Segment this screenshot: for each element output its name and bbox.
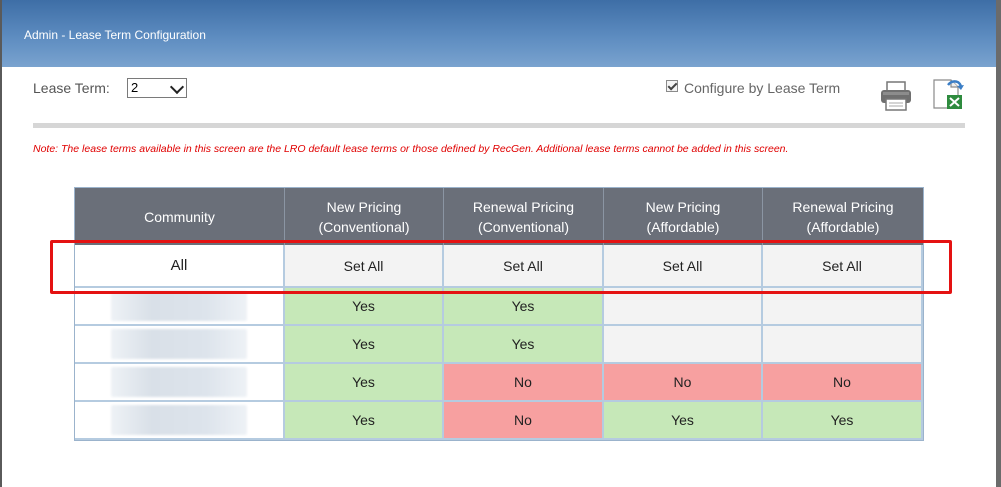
header-new-pricing-conventional: New Pricing (Conventional) bbox=[285, 188, 444, 245]
cell-new-affordable[interactable] bbox=[604, 288, 763, 326]
lease-term-note: Note: The lease terms available in this … bbox=[33, 143, 789, 155]
header-line-1: Renewal Pricing bbox=[472, 198, 575, 215]
cell-new-conventional[interactable]: Yes bbox=[285, 326, 444, 364]
cell-renewal-affordable[interactable]: No bbox=[763, 364, 923, 402]
title-bar: Admin - Lease Term Configuration bbox=[2, 0, 996, 67]
cell-renewal-conventional[interactable]: Yes bbox=[444, 326, 604, 364]
all-communities-cell: All bbox=[75, 245, 285, 288]
header-renewal-pricing-affordable: Renewal Pricing (Affordable) bbox=[763, 188, 923, 245]
header-renewal-pricing-conventional: Renewal Pricing (Conventional) bbox=[444, 188, 604, 245]
toolbar-divider bbox=[33, 123, 965, 128]
cell-new-affordable[interactable] bbox=[604, 326, 763, 364]
cell-new-affordable[interactable]: No bbox=[604, 364, 763, 402]
cell-renewal-affordable[interactable] bbox=[763, 326, 923, 364]
cell-new-affordable[interactable]: Yes bbox=[604, 402, 763, 440]
cell-renewal-conventional[interactable]: Yes bbox=[444, 288, 604, 326]
header-row: Community New Pricing (Conventional) Ren… bbox=[75, 188, 923, 245]
table-row: Yes No No No bbox=[75, 364, 923, 402]
header-line-2: (Affordable) bbox=[646, 218, 720, 235]
configure-by-lease-term-checkbox[interactable] bbox=[666, 80, 678, 92]
redacted-text bbox=[111, 367, 247, 397]
chevron-down-icon bbox=[169, 79, 185, 95]
all-communities-row: All Set All Set All Set All Set All bbox=[75, 245, 923, 288]
header-line-2: (Conventional) bbox=[477, 218, 570, 235]
excel-export-icon[interactable] bbox=[931, 77, 965, 111]
header-community: Community bbox=[75, 188, 285, 245]
header-line-2: (Conventional) bbox=[318, 218, 410, 235]
lease-term-value: 2 bbox=[131, 80, 139, 95]
lease-term-select[interactable]: 2 bbox=[127, 78, 187, 98]
header-line-1: Renewal Pricing bbox=[792, 198, 894, 215]
printer-icon[interactable] bbox=[879, 80, 913, 112]
community-name-redacted bbox=[75, 364, 285, 402]
cell-new-conventional[interactable]: Yes bbox=[285, 364, 444, 402]
set-all-renewal-conventional-button[interactable]: Set All bbox=[444, 245, 604, 288]
community-name-redacted bbox=[75, 402, 285, 440]
table-row: Yes No Yes Yes bbox=[75, 402, 923, 440]
header-new-pricing-affordable: New Pricing (Affordable) bbox=[604, 188, 763, 245]
header-community-label: Community bbox=[144, 208, 215, 225]
redacted-text bbox=[111, 291, 247, 321]
window-right-border bbox=[996, 0, 1001, 487]
cell-renewal-conventional[interactable]: No bbox=[444, 402, 604, 440]
community-name-redacted bbox=[75, 288, 285, 326]
cell-new-conventional[interactable]: Yes bbox=[285, 288, 444, 326]
header-line-1: New Pricing bbox=[645, 198, 721, 215]
cell-renewal-conventional[interactable]: No bbox=[444, 364, 604, 402]
configure-by-lease-term-label[interactable]: Configure by Lease Term bbox=[684, 80, 840, 96]
lease-term-label: Lease Term: bbox=[33, 80, 110, 96]
cell-renewal-affordable[interactable] bbox=[763, 288, 923, 326]
table-row: Yes Yes bbox=[75, 326, 923, 364]
redacted-text bbox=[111, 405, 247, 435]
cell-new-conventional[interactable]: Yes bbox=[285, 402, 444, 440]
community-name-redacted bbox=[75, 326, 285, 364]
header-line-1: New Pricing bbox=[326, 198, 402, 215]
set-all-new-affordable-button[interactable]: Set All bbox=[604, 245, 763, 288]
table-row: Yes Yes bbox=[75, 288, 923, 326]
toolbar: Lease Term: 2 Configure by Lease Term bbox=[0, 67, 996, 127]
redacted-text bbox=[111, 329, 247, 359]
set-all-new-conventional-button[interactable]: Set All bbox=[285, 245, 444, 288]
set-all-renewal-affordable-button[interactable]: Set All bbox=[763, 245, 923, 288]
lease-term-grid: Community New Pricing (Conventional) Ren… bbox=[74, 187, 924, 441]
cell-renewal-affordable[interactable]: Yes bbox=[763, 402, 923, 440]
window-title: Admin - Lease Term Configuration bbox=[24, 28, 206, 42]
header-line-2: (Affordable) bbox=[806, 218, 880, 235]
